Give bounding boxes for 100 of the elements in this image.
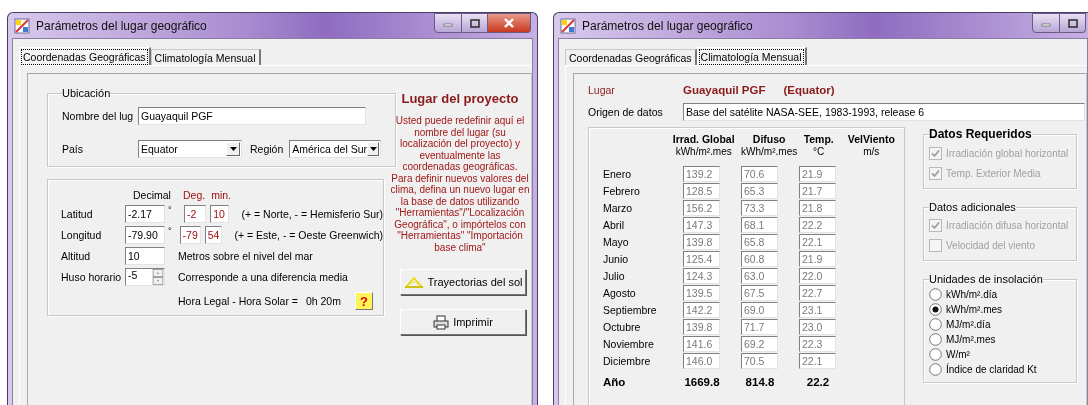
month-label: Abril [603, 219, 625, 231]
group-title: Datos adicionales [929, 201, 1016, 213]
column-header: Irrad. Global [671, 133, 736, 145]
unit-label: kWh/m².mes [740, 146, 799, 157]
altitude-field[interactable]: 10 [125, 247, 165, 265]
unit-label: °C [812, 146, 826, 157]
field-label: Huso horario [61, 271, 123, 283]
value-field[interactable]: 21.8 [799, 200, 836, 216]
value-field[interactable]: 22.1 [799, 353, 836, 369]
radio-button[interactable] [929, 288, 942, 301]
value-field[interactable]: 70.6 [741, 166, 778, 182]
option-label: W/m² [946, 349, 970, 360]
source-field[interactable]: Base del satélite NASA-SEE, 1983-1993, release 6 [683, 103, 1085, 121]
value-field[interactable]: 22.0 [799, 268, 836, 284]
value-field[interactable]: 125.4 [683, 251, 720, 267]
value-field[interactable]: 156.2 [683, 200, 720, 216]
info-text: Para definir nuevos valores del clima, defina un nuevo lugar en la base de datos utilizando "Herramientas"/"Localización Geográfica", o impórtelos con "Herramientas" "Importación base clima" [390, 172, 530, 253]
maximize-button[interactable] [1060, 13, 1086, 33]
value-field[interactable]: 23.1 [799, 302, 836, 318]
value-field[interactable]: 22.7 [799, 285, 836, 301]
value-field[interactable]: 22.3 [799, 336, 836, 352]
degrees-field[interactable]: -2 [184, 205, 207, 223]
option-label: Índice de claridad Kt [946, 364, 1037, 375]
option-label: kWh/m².mes [946, 304, 1003, 315]
total-value: 1669.8 [683, 376, 721, 388]
value-field[interactable]: 139.2 [683, 166, 720, 182]
degree-sign: ° [167, 205, 173, 215]
info-text: Usted puede redefinir aquí el nombre del lugar (su localización del proyecto) y eventualmente las coordenadas geográficas. [394, 115, 526, 173]
value-field[interactable]: 21.7 [799, 183, 836, 199]
value-field[interactable]: 68.1 [741, 217, 778, 233]
value-field[interactable]: 73.3 [741, 200, 778, 216]
value-field[interactable]: 142.2 [683, 302, 720, 318]
country-dropdown[interactable]: Equator [138, 140, 242, 158]
group-title: Datos Requeridos [929, 127, 1032, 141]
unit-label: kWh/m².mes [674, 146, 733, 157]
field-label: País [62, 143, 84, 155]
value-field[interactable]: 21.9 [799, 166, 836, 182]
value-field[interactable]: 139.8 [683, 319, 720, 335]
value-field[interactable]: 67.5 [741, 285, 778, 301]
decimal-field[interactable]: -79.90 [125, 226, 165, 244]
timezone-spinner[interactable]: -5 [125, 268, 165, 286]
degrees-field[interactable]: -79 [179, 226, 201, 244]
value-field[interactable]: 65.8 [741, 234, 778, 250]
value-field[interactable]: 23.0 [799, 319, 836, 335]
app-icon [14, 17, 30, 34]
group-title: Unidades de insolación [929, 273, 1043, 285]
column-header: min. [211, 189, 232, 201]
place-country: (Equator) [783, 84, 835, 96]
radio-button[interactable] [929, 303, 942, 316]
minutes-field[interactable]: 10 [210, 205, 230, 223]
option-label: MJ/m².mes [946, 334, 996, 345]
option-label: Irradiación difusa horizontal [946, 219, 1069, 231]
radio-button[interactable] [929, 318, 942, 331]
minimize-button[interactable] [434, 13, 462, 33]
close-button[interactable] [488, 13, 531, 33]
value-field[interactable]: 22.2 [799, 217, 836, 233]
value-field[interactable]: 139.8 [683, 234, 720, 250]
value-field[interactable]: 65.3 [741, 183, 778, 199]
maximize-button[interactable] [462, 13, 488, 33]
column-header: Deg. [183, 189, 206, 201]
sun-path-icon [403, 276, 424, 288]
radio-button[interactable] [929, 348, 942, 361]
column-header: Decimal [132, 189, 172, 201]
value-field[interactable]: 60.8 [741, 251, 778, 267]
value-field[interactable]: 22.1 [799, 234, 836, 250]
value-field[interactable]: 63.0 [741, 268, 778, 284]
value-field[interactable]: 147.3 [683, 217, 720, 233]
minimize-button[interactable] [1032, 13, 1060, 33]
value-field[interactable]: 128.5 [683, 183, 720, 199]
value-field[interactable]: 146.0 [683, 353, 720, 369]
tab[interactable]: Coordenadas Geográficas [565, 49, 697, 65]
tab[interactable]: Coordenadas Geográficas [19, 47, 151, 65]
close-icon [503, 18, 515, 28]
value-field[interactable]: 71.7 [741, 319, 778, 335]
tab[interactable]: Climatología Mensual [150, 49, 261, 65]
decimal-field[interactable]: -2.17 [125, 205, 165, 223]
total-label: Año [603, 376, 627, 388]
value-field[interactable]: 124.3 [683, 268, 720, 284]
value-field[interactable]: 139.5 [683, 285, 720, 301]
month-label: Noviembre [603, 338, 655, 350]
name-field[interactable]: Guayaquil PGF [138, 107, 366, 125]
radio-button[interactable] [929, 333, 942, 346]
app-icon [560, 17, 576, 34]
tab[interactable]: Climatología Mensual [696, 47, 807, 65]
action-button[interactable]: Imprimir [400, 309, 526, 335]
value-field[interactable]: 21.9 [799, 251, 836, 267]
option-label: kWh/m².día [946, 289, 998, 300]
value-field[interactable]: 141.6 [683, 336, 720, 352]
help-button[interactable]: ? [354, 292, 373, 310]
value-field[interactable]: 69.0 [741, 302, 778, 318]
degree-sign: ° [167, 226, 173, 236]
value-field[interactable]: 70.5 [741, 353, 778, 369]
value-field[interactable]: 69.2 [741, 336, 778, 352]
option-label: MJ/m².día [946, 319, 991, 330]
caret-icon [369, 147, 377, 151]
option-label: Temp. Exterior Media [946, 167, 1041, 179]
minutes-field[interactable]: 54 [204, 226, 223, 244]
radio-button[interactable] [929, 363, 942, 376]
action-button[interactable]: Trayectorias del sol [400, 269, 526, 295]
region-dropdown[interactable]: América del Sur [289, 140, 382, 158]
